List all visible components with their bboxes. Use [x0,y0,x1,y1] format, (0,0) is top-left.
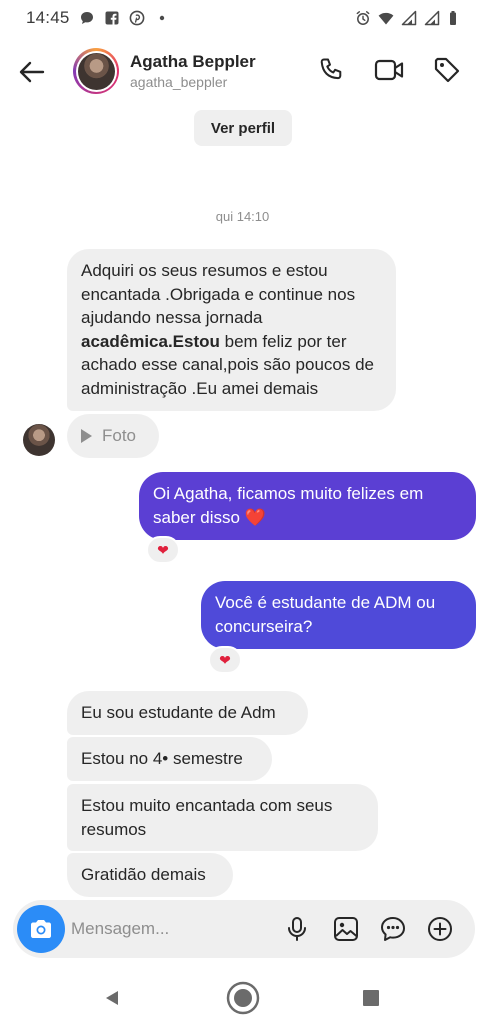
gallery-icon[interactable] [330,913,362,945]
message-text: Eu sou estudante de Adm [81,703,276,723]
system-nav-bar [0,968,485,1024]
incoming-message[interactable]: Gratidão demais [67,853,233,897]
incoming-message[interactable]: Estou muito encantada com seus resumos [67,784,378,851]
incoming-message[interactable]: Eu sou estudante de Adm [67,691,308,735]
microphone-icon[interactable] [281,913,313,945]
message-text: Estou no 4• semestre [81,749,243,769]
video-icon[interactable] [374,54,406,86]
incoming-message[interactable]: Adquiri os seus resumos e estou encantad… [67,249,396,411]
battery-icon [447,10,463,26]
signal-icon [401,10,417,26]
outgoing-message[interactable]: Oi Agatha, ficamos muito felizes em sabe… [139,472,476,540]
camera-icon[interactable] [17,905,65,953]
message-text: Você é estudante de ADM ou concurseira? [215,593,436,636]
chat-bubble-icon [79,10,95,26]
message-text-bold: acadêmica.Estou [81,331,220,351]
phone-icon[interactable] [315,54,347,86]
back-arrow-icon[interactable] [14,54,50,90]
home-circle-icon[interactable] [223,978,263,1018]
view-profile-button[interactable]: Ver perfil [194,110,292,146]
message-text: Estou muito encantada com seus resumos [81,796,333,839]
message-input[interactable]: Mensagem... [71,919,169,939]
tag-icon[interactable] [431,54,463,86]
add-icon[interactable] [424,913,456,945]
play-icon [81,429,92,443]
heart-reaction[interactable]: ❤ [146,536,180,564]
facebook-icon [104,10,120,26]
photo-message[interactable]: Foto [67,414,159,458]
chat-header: Agatha Beppler agatha_beppler [0,40,485,102]
status-bar: 14:45 [0,0,485,36]
message-text: Gratidão demais [81,865,206,885]
message-text: Adquiri os seus resumos e estou encantad… [81,261,356,327]
sticker-icon[interactable] [377,913,409,945]
recents-square-icon[interactable] [351,978,391,1018]
message-timestamp: qui 14:10 [215,209,270,224]
pinterest-icon [129,10,145,26]
sender-avatar[interactable] [23,424,55,456]
heart-icon: ❤ [157,541,169,558]
heart-icon: ❤ [219,651,231,668]
message-text: Oi Agatha, ficamos muito felizes em sabe… [153,484,424,527]
back-triangle-icon[interactable] [92,978,132,1018]
avatar-image [77,52,115,90]
photo-label: Foto [102,426,137,446]
heart-reaction[interactable]: ❤ [208,646,242,674]
contact-name[interactable]: Agatha Beppler [130,52,256,72]
outgoing-message[interactable]: Você é estudante de ADM ou concurseira? [201,581,476,649]
wifi-icon [378,10,394,26]
avatar[interactable] [73,48,119,94]
status-time: 14:45 [26,8,70,27]
incoming-message[interactable]: Estou no 4• semestre [67,737,272,781]
message-composer: Mensagem... [13,900,475,958]
contact-username: agatha_beppler [130,74,228,90]
dot-icon [154,10,170,26]
alarm-icon [355,10,371,26]
signal-icon [424,10,440,26]
